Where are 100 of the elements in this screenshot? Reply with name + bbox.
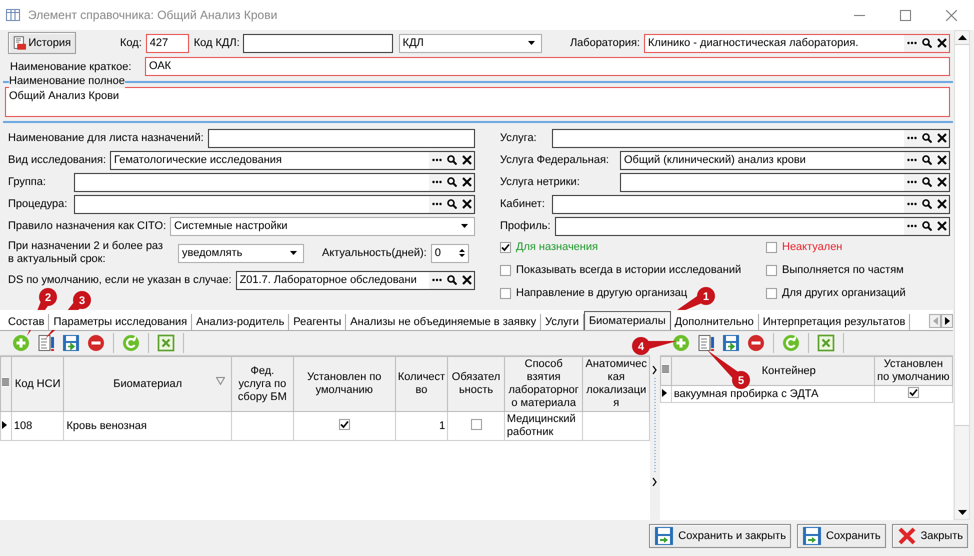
dropdown[interactable]: КДЛ	[398, 34, 542, 52]
laboratory-label: Лаборатория:	[570, 37, 640, 49]
checkbox-label[interactable]: Для других организаций	[782, 287, 906, 299]
save-and-close-button[interactable]: Сохранить и закрыть	[649, 524, 791, 548]
clear-button[interactable]	[934, 174, 949, 190]
column-header[interactable]: Способ взятия лабораторного материала	[504, 356, 583, 412]
ellipsis-button[interactable]	[904, 218, 919, 234]
ellipsis-button[interactable]	[429, 152, 444, 168]
history-button[interactable]: История	[8, 32, 76, 54]
clear-button[interactable]	[459, 272, 474, 288]
table-cell: 108	[11, 412, 64, 440]
lookup-field[interactable]	[552, 128, 950, 148]
checkbox[interactable]	[766, 264, 777, 276]
checkbox[interactable]	[908, 387, 919, 398]
callout-badge: 4	[632, 337, 677, 355]
ellipsis-button[interactable]	[904, 152, 919, 168]
clear-button[interactable]	[934, 218, 949, 234]
kdl-code-field[interactable]	[242, 34, 393, 52]
checkbox[interactable]	[470, 418, 482, 430]
clear-button[interactable]	[934, 130, 949, 146]
close-icon	[462, 155, 472, 165]
spin-field[interactable]: 0	[430, 244, 469, 262]
ellipsis-icon	[432, 158, 442, 162]
clear-button[interactable]	[459, 196, 474, 212]
clear-button[interactable]	[934, 196, 949, 212]
checkbox[interactable]	[338, 419, 350, 430]
lookup-field[interactable]	[74, 172, 475, 192]
tab[interactable]: Биоматериалы	[584, 311, 671, 330]
ellipsis-button[interactable]	[429, 196, 444, 212]
close-button[interactable]: Закрыть	[892, 524, 968, 548]
lookup-field[interactable]: Общий (клинический) анализ крови	[620, 150, 950, 170]
column-header[interactable]: Код НСИ	[11, 356, 64, 412]
column-header[interactable]: Биоматериал	[64, 356, 232, 412]
scroll-right-button[interactable]	[941, 314, 953, 328]
checkbox-label[interactable]: Показывать всегда в истории исследований	[516, 264, 742, 276]
field-label: Услуга Федеральная:	[500, 154, 610, 166]
lookup-field[interactable]	[554, 216, 950, 236]
ellipsis-button[interactable]	[429, 272, 444, 288]
document-icon	[37, 334, 55, 352]
ellipsis-button[interactable]	[904, 34, 919, 52]
plus-icon	[672, 334, 690, 352]
lookup-field[interactable]	[552, 194, 950, 214]
ellipsis-button[interactable]	[904, 174, 919, 190]
splitter-handle[interactable]	[652, 366, 658, 486]
cancel-button[interactable]	[815, 332, 837, 354]
clear-button[interactable]	[934, 34, 949, 52]
save-button[interactable]	[720, 332, 742, 354]
lookup-field[interactable]: Z01.7. Лабораторное обследовани	[236, 270, 475, 290]
ellipsis-button[interactable]	[904, 130, 919, 146]
maximize-icon	[900, 10, 910, 20]
lookup-field[interactable]	[620, 172, 950, 192]
column-header[interactable]: Фед. услуга по сбору БМ	[231, 356, 294, 412]
checkbox-label[interactable]: Выполняется по частям	[782, 264, 904, 276]
code-field[interactable]: 427	[146, 34, 189, 52]
lookup-field[interactable]: Клинико - диагностическая лаборатория.	[644, 34, 950, 52]
sort-icon[interactable]	[216, 377, 225, 385]
field-label: Вид исследования:	[8, 154, 106, 166]
field-label: DS по умолчанию, если не указан в случае:	[8, 274, 232, 286]
dropdown[interactable]: Системные настройки	[170, 216, 475, 236]
checkbox[interactable]	[766, 242, 777, 252]
lookup-field[interactable]: Гематологические исследования	[110, 150, 475, 170]
dropdown[interactable]: уведомлять	[178, 244, 304, 262]
clear-button[interactable]	[934, 152, 949, 168]
down-arrow-icon[interactable]	[958, 510, 966, 515]
save-button[interactable]: Сохранить	[796, 524, 886, 548]
search-icon	[446, 155, 456, 165]
ellipsis-icon	[432, 202, 442, 206]
column-header[interactable]: Установлен по умолчанию	[293, 356, 396, 412]
ellipsis-button[interactable]	[429, 174, 444, 190]
text-field[interactable]	[208, 128, 475, 148]
delete-button[interactable]	[745, 332, 767, 354]
full-name-field[interactable]: Общий Анализ Крови	[5, 87, 950, 117]
checkbox[interactable]	[766, 288, 777, 298]
column-header[interactable]: Количество	[395, 356, 448, 412]
column-header[interactable]: Установлен по умолчанию	[874, 356, 952, 386]
close-icon	[936, 155, 946, 165]
save-button[interactable]	[60, 332, 82, 354]
close-icon	[462, 199, 472, 209]
column-chooser-icon[interactable]	[662, 364, 670, 374]
delete-button[interactable]	[85, 332, 107, 354]
column-chooser-icon[interactable]	[2, 378, 10, 386]
checkbox[interactable]	[500, 264, 511, 276]
column-header[interactable]: Анатомическая локализация	[582, 356, 650, 412]
up-arrow-icon[interactable]	[958, 35, 966, 40]
checkbox[interactable]	[500, 242, 511, 252]
scrollbar[interactable]	[954, 30, 970, 520]
checkbox-label[interactable]: Направление в другую организац	[516, 287, 688, 299]
short-name-field[interactable]: ОАК	[145, 57, 950, 76]
checkbox-label[interactable]: Неактуален	[782, 241, 842, 253]
clear-button[interactable]	[459, 152, 474, 168]
lookup-field[interactable]	[74, 194, 475, 214]
cancel-button[interactable]	[155, 332, 177, 354]
spin-arrows-icon[interactable]	[458, 248, 465, 258]
search-icon	[446, 275, 456, 285]
ellipsis-button[interactable]	[904, 196, 919, 212]
floppy-icon	[62, 334, 80, 352]
clear-button[interactable]	[459, 174, 474, 190]
checkbox[interactable]	[500, 288, 511, 298]
floppy-icon	[722, 334, 740, 352]
column-header[interactable]: Обязательность	[448, 356, 504, 412]
